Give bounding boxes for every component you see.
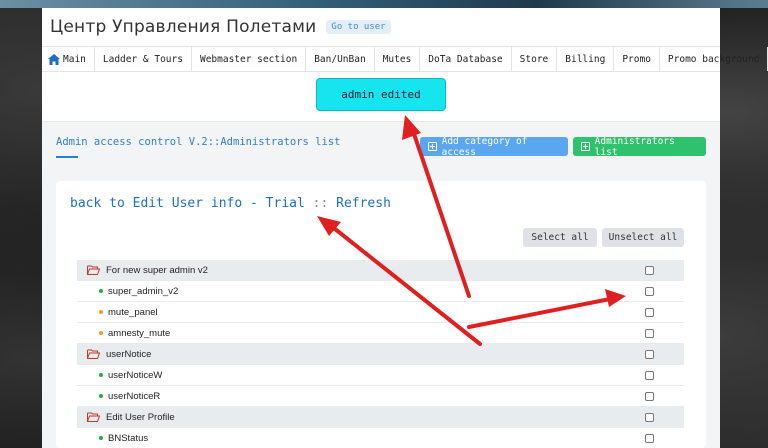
permission-row: BNStatus bbox=[77, 428, 684, 448]
status-dot bbox=[99, 289, 103, 293]
background-top-strip bbox=[0, 0, 768, 8]
status-dot bbox=[99, 394, 103, 398]
folder-open-icon bbox=[87, 265, 100, 275]
nav-item-store[interactable]: Store bbox=[512, 47, 558, 71]
category-row: For new super admin v2 bbox=[77, 260, 684, 281]
category-checkbox[interactable] bbox=[645, 266, 654, 275]
folder-open-icon bbox=[87, 349, 100, 359]
permission-row: userNoticeR bbox=[77, 386, 684, 407]
refresh-link[interactable]: Refresh bbox=[336, 196, 391, 211]
nav-item-label: Main bbox=[63, 53, 86, 65]
permissions-list: For new super admin v2 super_admin_v2 mu… bbox=[77, 260, 684, 448]
administrators-list-button[interactable]: Administrators list bbox=[573, 135, 706, 158]
folder-open-icon bbox=[87, 412, 100, 422]
status-message: admin edited bbox=[316, 78, 446, 111]
status-dot bbox=[99, 373, 103, 377]
site-title[interactable]: Центр Управления Полетами bbox=[50, 17, 316, 37]
permission-checkbox[interactable] bbox=[645, 308, 654, 317]
permission-row: super_admin_v2 bbox=[77, 281, 684, 302]
nav-item-ladder[interactable]: Ladder & Tours bbox=[95, 47, 192, 71]
administrators-list-label: Administrators list bbox=[594, 135, 675, 158]
permission-row: mute_panel bbox=[77, 302, 684, 323]
nav-item-promo[interactable]: Promo bbox=[614, 47, 660, 71]
plus-square-icon bbox=[581, 142, 590, 151]
permission-label: mute_panel bbox=[108, 306, 158, 318]
status-dot bbox=[99, 436, 103, 440]
section-title-underline bbox=[56, 156, 78, 158]
permission-label: amnesty_mute bbox=[108, 327, 171, 339]
category-label: userNotice bbox=[106, 348, 152, 360]
plus-square-icon bbox=[428, 142, 437, 151]
main-nav: Main Ladder & Tours Webmaster section Ba… bbox=[42, 46, 768, 72]
category-row: Edit User Profile bbox=[77, 407, 684, 428]
message-strip: admin edited bbox=[42, 72, 720, 122]
permission-checkbox[interactable] bbox=[645, 434, 654, 443]
home-icon bbox=[48, 53, 60, 65]
unselect-all-button[interactable]: Unselect all bbox=[602, 228, 684, 247]
category-checkbox[interactable] bbox=[645, 350, 654, 359]
permission-label: userNoticeW bbox=[108, 369, 163, 381]
category-label: For new super admin v2 bbox=[106, 264, 208, 276]
nav-item-webmaster[interactable]: Webmaster section bbox=[192, 47, 307, 71]
add-category-button[interactable]: Add category of access bbox=[420, 135, 568, 158]
section-title: Admin access control V.2::Administrators… bbox=[56, 136, 341, 148]
nav-item-mutes[interactable]: Mutes bbox=[375, 47, 421, 71]
permission-row: amnesty_mute bbox=[77, 323, 684, 344]
category-label: Edit User Profile bbox=[106, 411, 175, 423]
header: Центр Управления Полетами Go to user bbox=[42, 8, 720, 46]
page: Центр Управления Полетами Go to user Mai… bbox=[42, 8, 768, 448]
nav-item-dota-database[interactable]: DoTa Database bbox=[420, 47, 512, 71]
select-all-button[interactable]: Select all bbox=[523, 228, 597, 247]
nav-item-main[interactable]: Main bbox=[42, 47, 95, 71]
status-dot bbox=[99, 331, 103, 335]
nav-item-promo-background[interactable]: Promo background bbox=[660, 47, 768, 71]
permission-row: userNoticeW bbox=[77, 365, 684, 386]
go-to-user-link[interactable]: Go to user bbox=[326, 20, 391, 34]
nav-item-ban[interactable]: Ban/UnBan bbox=[306, 47, 375, 71]
category-row: userNotice bbox=[77, 344, 684, 365]
add-category-label: Add category of access bbox=[441, 135, 528, 158]
back-to-user-link[interactable]: back to Edit User info - Trial bbox=[70, 196, 305, 211]
permission-checkbox[interactable] bbox=[645, 329, 654, 338]
category-checkbox[interactable] bbox=[645, 413, 654, 422]
permission-checkbox[interactable] bbox=[645, 371, 654, 380]
permission-label: userNoticeR bbox=[108, 390, 161, 402]
nav-item-billing[interactable]: Billing bbox=[557, 47, 615, 71]
permission-checkbox[interactable] bbox=[645, 392, 654, 401]
permission-label: super_admin_v2 bbox=[108, 285, 179, 297]
back-line: back to Edit User info - Trial :: Refres… bbox=[70, 196, 391, 211]
status-dot bbox=[99, 310, 103, 314]
permission-checkbox[interactable] bbox=[645, 287, 654, 296]
permission-label: BNStatus bbox=[108, 432, 149, 444]
separator: :: bbox=[312, 196, 329, 211]
